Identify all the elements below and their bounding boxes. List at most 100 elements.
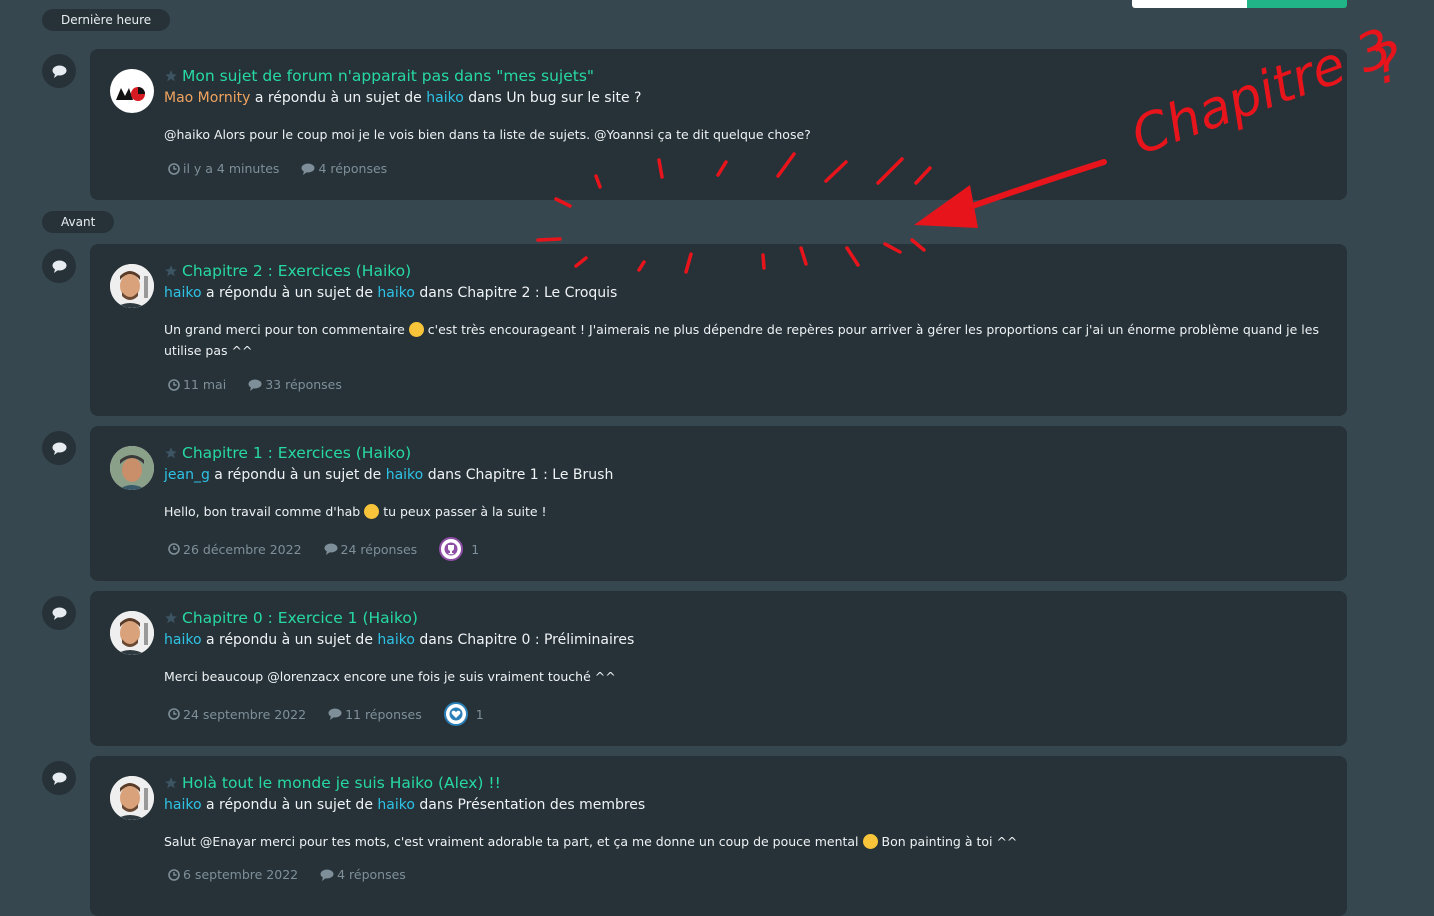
comment-bubble-icon: [42, 54, 76, 88]
clock-icon: [168, 868, 180, 881]
activity-card: Holà tout le monde je suis Haiko (Alex) …: [90, 756, 1347, 916]
owner-link[interactable]: haiko: [377, 632, 415, 648]
post-stats: 6 septembre 2022 4 réponses: [168, 867, 428, 882]
heart-eyes-emoji-icon: [862, 834, 878, 849]
comment-bubble-icon: [42, 761, 76, 795]
in-label: dans: [427, 467, 462, 483]
owner-link[interactable]: haiko: [377, 285, 415, 301]
forum-link[interactable]: Présentation des membres: [457, 797, 645, 813]
topic-title-link[interactable]: Holà tout le monde je suis Haiko (Alex) …: [164, 774, 501, 792]
forum-link[interactable]: Chapitre 1 : Le Brush: [466, 467, 614, 483]
star-icon: [165, 70, 177, 82]
activity-meta: Mao Mornity a répondu à un sujet de haik…: [164, 90, 641, 106]
snippet-text: Bon painting à toi ^^: [881, 834, 1018, 849]
activity-card: Mon sujet de forum n'apparait pas dans "…: [90, 49, 1347, 200]
forum-link[interactable]: Chapitre 2 : Le Croquis: [457, 285, 617, 301]
owner-link[interactable]: haiko: [386, 467, 424, 483]
post-snippet: Salut @Enayar merci pour tes mots, c'est…: [164, 831, 1324, 852]
topic-title[interactable]: Holà tout le monde je suis Haiko (Alex) …: [182, 774, 501, 792]
author-link[interactable]: jean_g: [164, 467, 210, 483]
reaction-count: 1: [475, 706, 484, 722]
owner-link[interactable]: haiko: [377, 797, 415, 813]
topic-title[interactable]: Chapitre 0 : Exercice 1 (Haiko): [182, 609, 418, 627]
reply-count[interactable]: 33 réponses: [265, 377, 342, 392]
in-label: dans: [419, 797, 453, 813]
comment-icon: [301, 163, 315, 175]
topic-title-link[interactable]: Chapitre 2 : Exercices (Haiko): [164, 262, 411, 280]
follow-button[interactable]: [1132, 0, 1247, 8]
activity-verb: a répondu à un sujet de: [254, 90, 422, 106]
avatar[interactable]: [110, 264, 154, 308]
snippet-text: Hello, bon travail comme d'hab: [164, 504, 361, 519]
comment-bubble-icon: [42, 431, 76, 465]
in-label: dans: [468, 90, 502, 106]
post-time[interactable]: 24 septembre 2022: [183, 707, 306, 722]
activity-card: Chapitre 2 : Exercices (Haiko) haiko a r…: [90, 244, 1347, 416]
reaction[interactable]: 1: [443, 702, 484, 726]
trophy-icon[interactable]: [439, 537, 464, 561]
topic-title-link[interactable]: Chapitre 1 : Exercices (Haiko): [164, 444, 411, 462]
comment-bubble-icon: [42, 249, 76, 283]
avatar[interactable]: [110, 69, 154, 113]
post-time[interactable]: il y a 4 minutes: [183, 161, 279, 176]
author-link[interactable]: haiko: [164, 632, 202, 648]
comment-icon: [324, 543, 338, 555]
topic-title[interactable]: Chapitre 1 : Exercices (Haiko): [182, 444, 411, 462]
reply-count[interactable]: 11 réponses: [345, 707, 422, 722]
post-time[interactable]: 11 mai: [183, 377, 226, 392]
avatar[interactable]: [110, 776, 154, 820]
separator-recent: Dernière heure: [42, 9, 171, 31]
post-stats: 24 septembre 2022 11 réponses 1: [168, 702, 484, 726]
post-time[interactable]: 26 décembre 2022: [183, 542, 302, 557]
clock-icon: [168, 378, 180, 391]
smile-emoji-icon: [408, 322, 424, 337]
post-snippet: Merci beaucoup @lorenzacx encore une foi…: [164, 669, 616, 684]
activity-meta: haiko a répondu à un sujet de haiko dans…: [164, 632, 634, 648]
activity-meta: haiko a répondu à un sujet de haiko dans…: [164, 797, 645, 813]
author-link[interactable]: haiko: [164, 285, 202, 301]
post-stats: 26 décembre 2022 24 réponses 1: [168, 537, 479, 561]
post-snippet: Un grand merci pour ton commentaire c'es…: [164, 319, 1324, 361]
star-icon: [165, 447, 177, 459]
top-buttons: [1132, 0, 1347, 8]
activity-card: Chapitre 0 : Exercice 1 (Haiko) haiko a …: [90, 591, 1347, 746]
post-snippet: Hello, bon travail comme d'hab tu peux p…: [164, 501, 1324, 522]
avatar[interactable]: [110, 611, 154, 655]
activity-meta: jean_g a répondu à un sujet de haiko dan…: [164, 467, 613, 483]
clock-icon: [168, 162, 180, 175]
post-stats: 11 mai 33 réponses: [168, 377, 364, 392]
in-label: dans: [419, 285, 453, 301]
activity-card: Chapitre 1 : Exercices (Haiko) jean_g a …: [90, 426, 1347, 581]
snippet-text: Salut @Enayar merci pour tes mots, c'est…: [164, 834, 859, 849]
heart-icon[interactable]: [443, 702, 468, 726]
star-icon: [165, 265, 177, 277]
separator-before: Avant: [42, 211, 115, 233]
author-link[interactable]: Mao Mornity: [164, 90, 250, 106]
activity-verb: a répondu à un sujet de: [214, 467, 382, 483]
avatar[interactable]: [110, 446, 154, 490]
post-stats: il y a 4 minutes 4 réponses: [168, 161, 409, 176]
annotation-question-mark: ?: [1365, 29, 1409, 97]
primary-button[interactable]: [1247, 0, 1347, 8]
reaction[interactable]: 1: [439, 537, 479, 561]
clock-icon: [168, 543, 180, 555]
comment-icon: [328, 708, 342, 720]
activity-verb: a répondu à un sujet de: [205, 632, 373, 648]
post-time[interactable]: 6 septembre 2022: [183, 867, 298, 882]
forum-link[interactable]: Un bug sur le site ?: [506, 90, 641, 106]
forum-link[interactable]: Chapitre 0 : Préliminaires: [457, 632, 634, 648]
activity-verb: a répondu à un sujet de: [205, 797, 373, 813]
reply-count[interactable]: 4 réponses: [337, 867, 406, 882]
activity-meta: haiko a répondu à un sujet de haiko dans…: [164, 285, 617, 301]
reply-count[interactable]: 4 réponses: [318, 161, 387, 176]
owner-link[interactable]: haiko: [426, 90, 464, 106]
topic-title[interactable]: Chapitre 2 : Exercices (Haiko): [182, 262, 411, 280]
snippet-text: tu peux passer à la suite !: [383, 504, 547, 519]
post-snippet: @haiko Alors pour le coup moi je le vois…: [164, 127, 811, 142]
topic-title[interactable]: Mon sujet de forum n'apparait pas dans "…: [182, 67, 594, 85]
clock-icon: [168, 708, 180, 720]
reply-count[interactable]: 24 réponses: [341, 542, 418, 557]
topic-title-link[interactable]: Chapitre 0 : Exercice 1 (Haiko): [164, 609, 418, 627]
author-link[interactable]: haiko: [164, 797, 202, 813]
topic-title-link[interactable]: Mon sujet de forum n'apparait pas dans "…: [164, 67, 594, 85]
